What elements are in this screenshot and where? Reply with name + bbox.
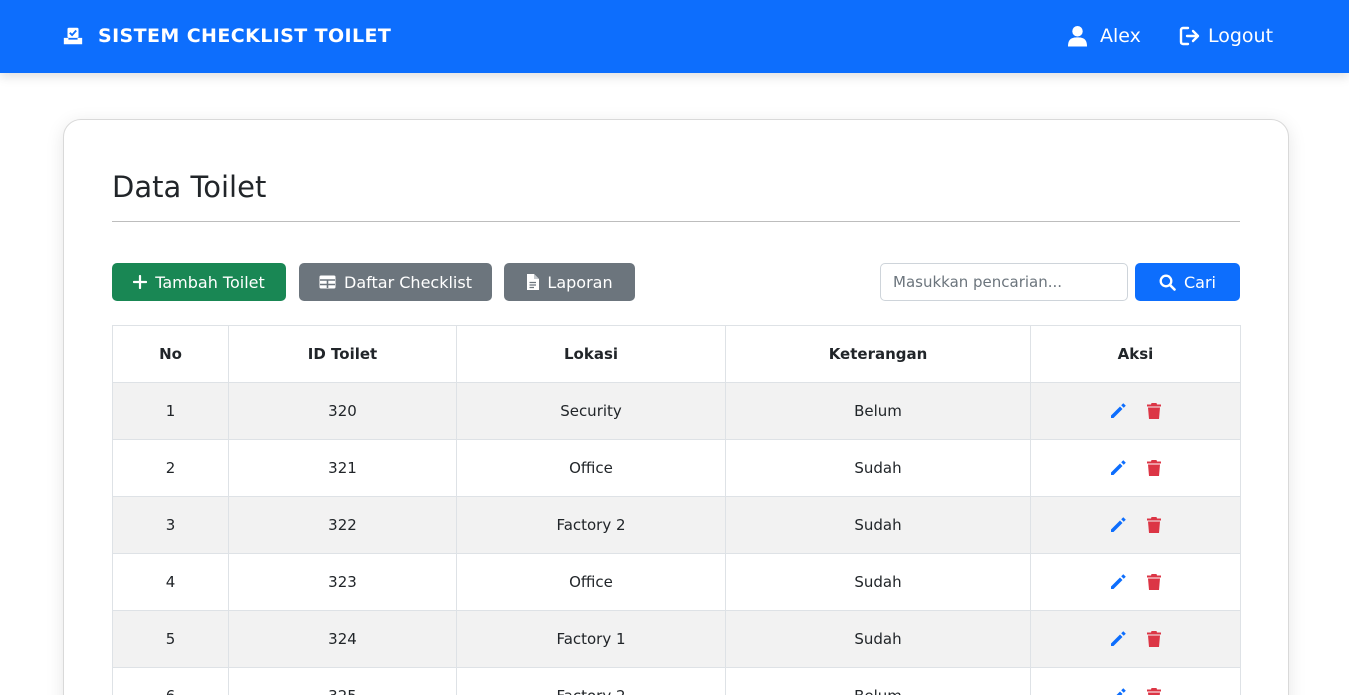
trash-icon <box>1146 460 1161 476</box>
cell-no: 3 <box>112 496 229 554</box>
cell-no: 4 <box>112 553 229 611</box>
edit-button[interactable] <box>1109 630 1127 648</box>
cell-id-toilet: 320 <box>228 382 457 440</box>
logout-link[interactable]: Logout <box>1179 22 1273 50</box>
cell-keterangan: Sudah <box>725 553 1031 611</box>
report-button[interactable]: Laporan <box>504 263 635 301</box>
file-icon <box>527 274 540 290</box>
edit-button[interactable] <box>1109 687 1127 695</box>
delete-button[interactable] <box>1145 687 1163 695</box>
col-header-keterangan: Keterangan <box>725 325 1031 383</box>
search-icon <box>1159 274 1176 291</box>
checklist-list-label: Daftar Checklist <box>344 272 472 292</box>
edit-button[interactable] <box>1109 516 1127 534</box>
table-row: 5 324 Factory 1 Sudah <box>112 610 1241 668</box>
cell-keterangan: Sudah <box>725 439 1031 497</box>
table-row: 1 320 Security Belum <box>112 382 1241 440</box>
col-header-aksi: Aksi <box>1030 325 1241 383</box>
delete-button[interactable] <box>1145 402 1163 420</box>
user-name: Alex <box>1100 25 1141 47</box>
search-label: Cari <box>1184 272 1216 292</box>
table-row: 4 323 Office Sudah <box>112 553 1241 611</box>
navbar: SISTEM CHECKLIST TOILET Alex Logout <box>0 0 1349 73</box>
cell-id-toilet: 323 <box>228 553 457 611</box>
cell-no: 6 <box>112 667 229 695</box>
add-toilet-button[interactable]: Tambah Toilet <box>112 263 286 301</box>
toilet-table: No ID Toilet Lokasi Keterangan Aksi 1 32… <box>112 325 1241 695</box>
title-divider <box>112 221 1240 222</box>
table-row: 6 325 Factory 2 Belum <box>112 667 1241 695</box>
trash-icon <box>1146 688 1161 695</box>
pencil-icon <box>1110 517 1126 532</box>
table-row: 3 322 Factory 2 Sudah <box>112 496 1241 554</box>
pencil-icon <box>1110 403 1126 418</box>
cell-lokasi: Security <box>456 382 726 440</box>
cell-aksi <box>1030 439 1241 497</box>
col-header-no: No <box>112 325 229 383</box>
delete-button[interactable] <box>1145 573 1163 591</box>
cell-aksi <box>1030 496 1241 554</box>
cell-aksi <box>1030 382 1241 440</box>
checklist-tray-icon <box>63 27 83 45</box>
logout-icon <box>1179 26 1200 46</box>
cell-lokasi: Factory 2 <box>456 496 726 554</box>
pencil-icon <box>1110 460 1126 475</box>
add-toilet-label: Tambah Toilet <box>155 272 265 292</box>
col-header-lokasi: Lokasi <box>456 325 726 383</box>
page-title: Data Toilet <box>112 170 267 204</box>
trash-icon <box>1146 574 1161 590</box>
brand[interactable]: SISTEM CHECKLIST TOILET <box>62 24 391 48</box>
table-icon <box>319 275 336 289</box>
cell-lokasi: Office <box>456 439 726 497</box>
col-header-id-toilet: ID Toilet <box>228 325 457 383</box>
edit-button[interactable] <box>1109 459 1127 477</box>
trash-icon <box>1146 631 1161 647</box>
user-icon <box>1068 26 1087 47</box>
report-label: Laporan <box>547 272 613 292</box>
cell-keterangan: Belum <box>725 667 1031 695</box>
delete-button[interactable] <box>1145 459 1163 477</box>
pencil-icon <box>1116 688 1126 695</box>
user-menu[interactable]: Alex <box>1068 22 1141 50</box>
brand-title: SISTEM CHECKLIST TOILET <box>98 25 392 47</box>
cell-id-toilet: 322 <box>228 496 457 554</box>
cell-aksi <box>1030 553 1241 611</box>
cell-id-toilet: 321 <box>228 439 457 497</box>
cell-no: 1 <box>112 382 229 440</box>
search-input[interactable] <box>880 263 1128 301</box>
cell-no: 2 <box>112 439 229 497</box>
edit-button[interactable] <box>1109 573 1127 591</box>
search-button[interactable]: Cari <box>1135 263 1240 301</box>
logout-label: Logout <box>1208 25 1274 47</box>
checklist-list-button[interactable]: Daftar Checklist <box>299 263 492 301</box>
delete-button[interactable] <box>1145 516 1163 534</box>
cell-id-toilet: 325 <box>228 667 457 695</box>
trash-icon <box>1146 517 1161 533</box>
pencil-icon <box>1110 631 1126 646</box>
cell-aksi <box>1030 667 1241 695</box>
table-header-row: No ID Toilet Lokasi Keterangan Aksi <box>112 325 1241 383</box>
cell-keterangan: Sudah <box>725 496 1031 554</box>
pencil-icon <box>1110 574 1126 589</box>
cell-lokasi: Factory 1 <box>456 610 726 668</box>
edit-button[interactable] <box>1109 402 1127 420</box>
cell-keterangan: Sudah <box>725 610 1031 668</box>
trash-icon <box>1146 403 1161 419</box>
table-row: 2 321 Office Sudah <box>112 439 1241 497</box>
cell-aksi <box>1030 610 1241 668</box>
cell-id-toilet: 324 <box>228 610 457 668</box>
cell-no: 5 <box>112 610 229 668</box>
cell-keterangan: Belum <box>725 382 1031 440</box>
cell-lokasi: Factory 2 <box>456 667 726 695</box>
delete-button[interactable] <box>1145 630 1163 648</box>
plus-icon <box>133 275 148 289</box>
cell-lokasi: Office <box>456 553 726 611</box>
